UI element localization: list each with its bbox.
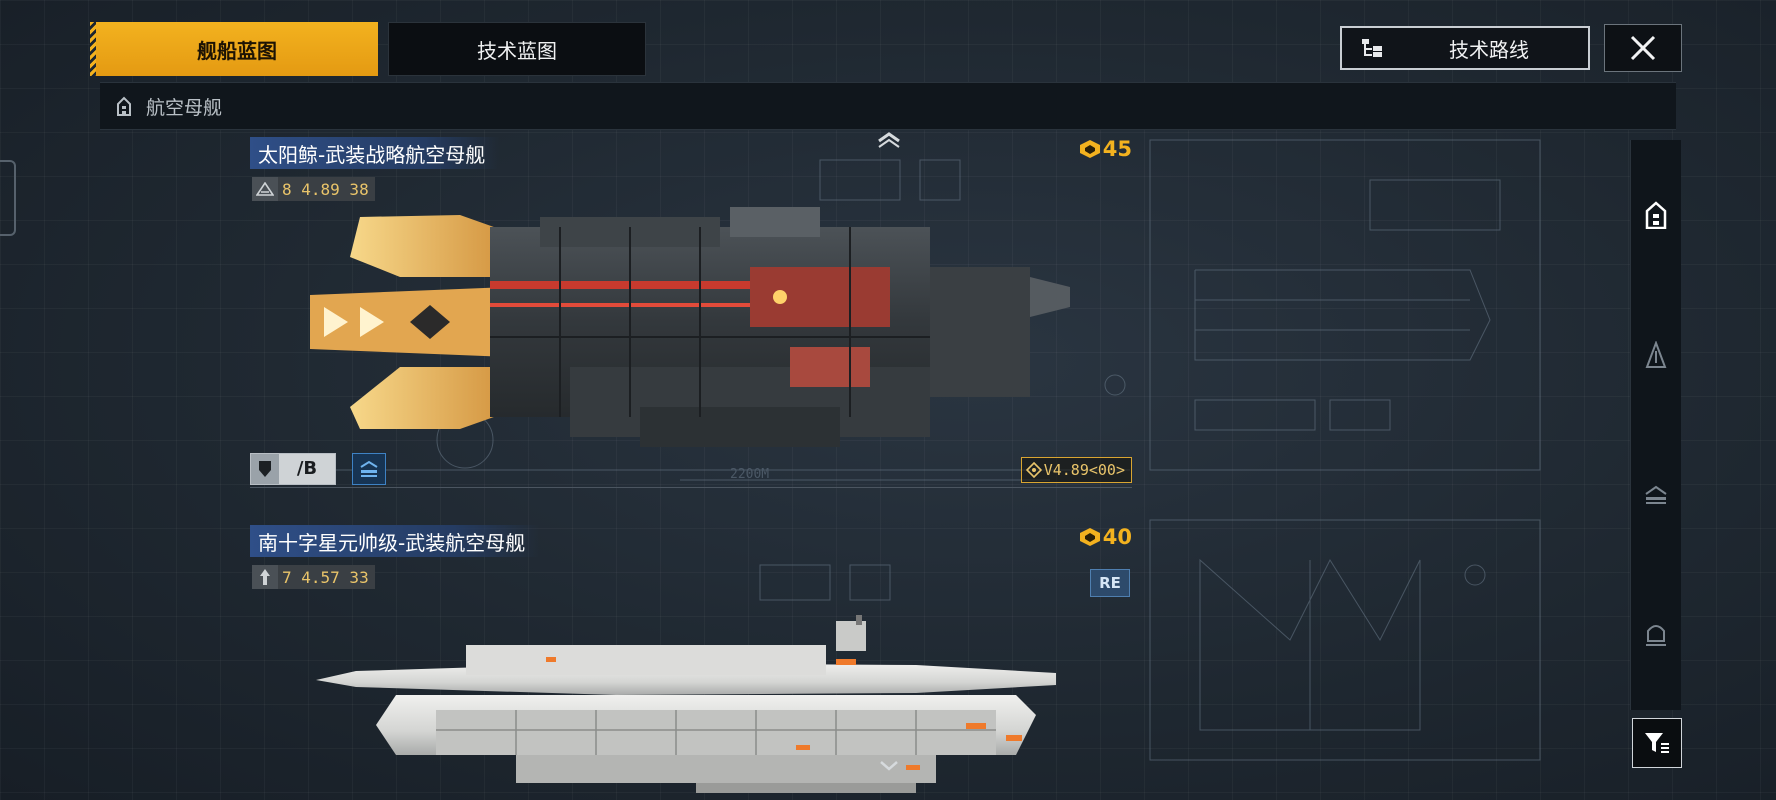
tab-tech-blueprint[interactable]: 技术蓝图 [388,22,646,76]
cost-icon [1079,140,1100,158]
ship-stats-value: 8 4.89 38 [282,179,369,199]
tech-route-label: 技术路线 [1449,37,1529,62]
sidebar-item-carrier[interactable] [1631,190,1681,240]
ship-cost: 45 [1079,137,1132,161]
ship-stats: 7 4.57 33 [252,565,375,589]
ship-type-sidebar [1630,140,1681,710]
cruiser-icon [1646,625,1666,646]
carrier-icon [1645,201,1667,229]
tech-route-button[interactable]: 技术路线 [1340,26,1590,70]
ship-stats: 8 4.89 38 [252,177,375,201]
carrier-icon [112,96,136,116]
sidebar-item-destroyer[interactable] [1631,330,1681,380]
stats-icon [252,177,278,201]
ship-card[interactable]: 太阳鲸-武装战略航空母舰 8 4.89 38 45 /B V4.89<00> [250,137,1132,497]
tier-value: /B [279,454,335,484]
frigate-icon [1645,485,1667,504]
tab-ship-blueprint[interactable]: 舰船蓝图 [90,22,378,76]
sidebar-item-frigate[interactable] [1631,470,1681,520]
scroll-down-icon[interactable] [874,756,904,776]
ship-cost-value: 40 [1102,525,1132,549]
tree-list-icon [1342,37,1402,59]
destroyer-icon [1645,341,1667,368]
filter-icon [1645,733,1669,753]
version-badge: V4.89<00> [1020,457,1132,483]
filter-button[interactable] [1632,718,1682,768]
ship-cost-value: 45 [1102,137,1132,161]
tab-ship-blueprint-label: 舰船蓝图 [197,38,277,63]
cost-icon [1079,528,1100,546]
card-divider [250,487,1132,488]
close-icon [1630,35,1656,61]
stats-icon [252,565,278,589]
ship-name: 南十字星元帅级-武装航空母舰 [250,525,540,557]
tier-badge: /B [250,453,336,485]
ship-image-southern-cross [316,615,1056,793]
sidebar-item-cruiser[interactable] [1631,610,1681,660]
category-bar: 航空母舰 [100,82,1676,130]
close-button[interactable] [1604,24,1682,72]
ship-card[interactable]: 南十字星元帅级-武装航空母舰 7 4.57 33 40 RE [250,525,1132,795]
category-label: 航空母舰 [146,96,223,119]
ship-stats-value: 7 4.57 33 [282,567,369,587]
ship-cost: 40 [1079,525,1132,549]
version-value: V4.89<00> [1043,461,1125,479]
carrier-type-icon [360,460,378,477]
shield-icon [251,454,279,484]
re-badge: RE [1090,569,1130,597]
diamond-icon [1025,462,1042,478]
type-badge [352,453,386,485]
ship-name: 太阳鲸-武装战略航空母舰 [250,137,500,169]
ship-image-sun-whale [310,207,1070,447]
tab-tech-blueprint-label: 技术蓝图 [477,38,557,63]
